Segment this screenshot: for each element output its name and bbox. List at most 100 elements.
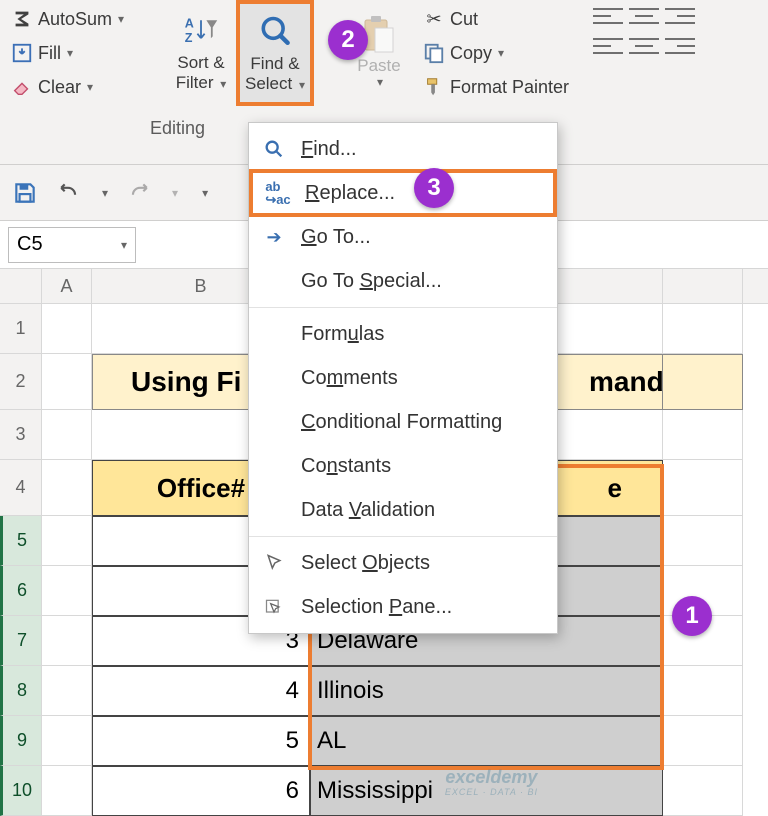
menu-item-goto-special[interactable]: Go To Special... <box>249 259 557 303</box>
menu-item-goto[interactable]: ➔ Go To... <box>249 215 557 259</box>
paste-label: Paste <box>357 56 400 76</box>
row-header[interactable]: 10 <box>0 766 42 816</box>
align-center-button[interactable] <box>629 36 659 56</box>
menu-label: Find... <box>301 138 545 161</box>
row-header[interactable]: 9 <box>0 716 42 766</box>
paintbrush-icon <box>422 75 446 99</box>
title-cell-right: mand <box>663 354 743 410</box>
chevron-down-icon: ▾ <box>121 238 127 252</box>
autosum-button[interactable]: AutoSum ▾ <box>6 2 166 36</box>
menu-item-data-validation[interactable]: Data Validation <box>249 488 557 532</box>
select-all-corner[interactable] <box>0 269 42 303</box>
menu-label: Select Objects <box>301 552 545 575</box>
clear-label: Clear <box>38 77 81 98</box>
fill-button[interactable]: Fill ▾ <box>6 36 166 70</box>
cut-button[interactable]: ✂ Cut <box>418 2 573 36</box>
copy-button[interactable]: Copy ▾ <box>418 36 573 70</box>
sort-filter-icon: A Z <box>183 11 219 51</box>
menu-item-find[interactable]: Find... <box>249 127 557 171</box>
chevron-down-icon: ▾ <box>87 80 93 94</box>
find-select-label-2: Select <box>245 74 292 93</box>
name-box-value: C5 <box>17 233 43 256</box>
menu-label: Go To... <box>301 226 545 249</box>
step-badge-3: 3 <box>414 168 454 208</box>
align-right-button[interactable] <box>665 36 695 56</box>
magnifier-icon <box>259 134 289 164</box>
alignment-group <box>593 2 695 56</box>
eraser-icon <box>10 75 34 99</box>
row-header[interactable]: 8 <box>0 666 42 716</box>
scissors-icon: ✂ <box>422 7 446 31</box>
group-label-editing: Editing <box>150 118 205 139</box>
sort-filter-label-2: Filter <box>176 73 214 92</box>
menu-item-comments[interactable]: Comments <box>249 356 557 400</box>
data-cell[interactable]: 5 <box>92 716 310 766</box>
align-top-left-button[interactable] <box>593 6 623 26</box>
replace-icon: ab↪ac <box>263 178 293 208</box>
sort-filter-label-1: Sort & <box>177 53 224 73</box>
arrow-right-icon: ➔ <box>259 222 289 252</box>
sort-filter-button[interactable]: A Z Sort & Filter ▾ <box>166 2 236 102</box>
align-top-right-button[interactable] <box>665 6 695 26</box>
menu-label: Constants <box>301 455 545 478</box>
menu-item-selection-pane[interactable]: Selection Pane... <box>249 585 557 629</box>
find-select-menu: Find... ab↪ac Replace... ➔ Go To... Go T… <box>248 122 558 634</box>
align-left-button[interactable] <box>593 36 623 56</box>
chevron-down-icon: ▾ <box>118 12 124 26</box>
svg-text:A: A <box>185 17 194 31</box>
name-box[interactable]: C5 ▾ <box>8 227 136 263</box>
align-top-center-button[interactable] <box>629 6 659 26</box>
menu-item-formulas[interactable]: Formulas <box>249 312 557 356</box>
col-header-a[interactable]: A <box>42 269 92 303</box>
data-cell[interactable]: 4 <box>92 666 310 716</box>
row-header[interactable]: 3 <box>0 410 42 460</box>
data-cell[interactable]: 6 <box>92 766 310 816</box>
undo-button[interactable] <box>56 180 82 206</box>
copy-label: Copy <box>450 43 492 64</box>
row-header[interactable]: 5 <box>0 516 42 566</box>
format-painter-button[interactable]: Format Painter <box>418 70 573 104</box>
step-badge-1: 1 <box>672 596 712 636</box>
save-button[interactable] <box>12 180 38 206</box>
menu-label: Data Validation <box>301 499 545 522</box>
chevron-down-icon: ▾ <box>498 46 504 60</box>
row-header[interactable]: 2 <box>0 354 42 410</box>
svg-text:Z: Z <box>185 31 193 45</box>
chevron-down-icon: ▾ <box>299 78 305 92</box>
format-painter-label: Format Painter <box>450 77 569 98</box>
find-select-button[interactable]: Find & Select ▾ <box>236 0 314 106</box>
selection-pane-icon <box>259 592 289 622</box>
row-header[interactable]: 4 <box>0 460 42 516</box>
cut-label: Cut <box>450 9 478 30</box>
menu-label: Conditional Formatting <box>301 411 545 434</box>
menu-label: Comments <box>301 367 545 390</box>
row-header[interactable]: 7 <box>0 616 42 666</box>
menu-item-replace[interactable]: ab↪ac Replace... <box>249 169 557 217</box>
chevron-down-icon: ▾ <box>67 46 73 60</box>
clear-button[interactable]: Clear ▾ <box>6 70 166 104</box>
sigma-icon <box>10 7 34 31</box>
undo-chevron[interactable]: ▾ <box>102 186 108 200</box>
menu-label: Selection Pane... <box>301 596 545 619</box>
fill-label: Fill <box>38 43 61 64</box>
menu-item-conditional-formatting[interactable]: Conditional Formatting <box>249 400 557 444</box>
cursor-icon <box>259 548 289 578</box>
step-badge-2: 2 <box>328 20 368 60</box>
redo-button <box>126 180 152 206</box>
menu-item-select-objects[interactable]: Select Objects <box>249 541 557 585</box>
find-select-label-1: Find & <box>250 54 299 74</box>
chevron-down-icon: ▾ <box>220 77 226 91</box>
menu-label: Formulas <box>301 323 545 346</box>
row-header[interactable]: 6 <box>0 566 42 616</box>
menu-label: Go To Special... <box>301 270 545 293</box>
autosum-label: AutoSum <box>38 9 112 30</box>
row-header[interactable]: 1 <box>0 304 42 354</box>
chevron-down-icon: ▾ <box>377 76 383 90</box>
redo-chevron: ▾ <box>172 186 178 200</box>
menu-item-constants[interactable]: Constants <box>249 444 557 488</box>
fill-down-icon <box>10 41 34 65</box>
magnifier-icon <box>257 12 293 52</box>
data-cell[interactable]: AL <box>310 716 663 766</box>
data-cell[interactable]: Illinois <box>310 666 663 716</box>
qat-customize[interactable]: ▾ <box>202 186 208 200</box>
